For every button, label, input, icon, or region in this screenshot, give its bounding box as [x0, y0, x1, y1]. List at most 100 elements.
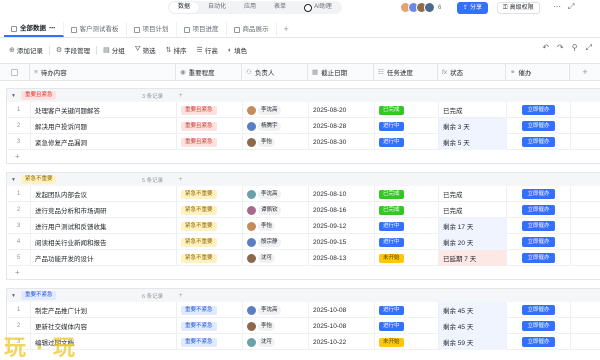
progress-cell[interactable]: 已完成	[375, 102, 439, 118]
progress-cell[interactable]: 进行中	[375, 134, 439, 150]
table-row[interactable]: 1 制定产品推广计划 重要不紧急 李沈高 2025-10-08 进行中 剩余 45 天 立即催…	[6, 302, 600, 318]
task-cell[interactable]: 产品功能开发的设计	[31, 250, 177, 266]
group-button[interactable]: ▤ 分组	[98, 43, 130, 57]
priority-cell[interactable]: 紧急不重要	[177, 202, 243, 218]
column-header-task[interactable]: ≡ 待办内容	[30, 64, 176, 80]
owner-cell[interactable]: 李沈高	[243, 186, 309, 202]
add-row-button[interactable]: +	[6, 150, 600, 164]
remind-button[interactable]: 立即催办	[522, 221, 555, 231]
menu-ai-assistant[interactable]: AI助理	[295, 2, 341, 13]
due-date-cell[interactable]: 2025-08-28	[309, 118, 375, 134]
add-view-button[interactable]: +	[277, 22, 296, 37]
task-cell[interactable]: 处理客户关键问题解答	[31, 102, 177, 118]
priority-cell[interactable]: 重要不紧急	[177, 302, 243, 318]
owner-cell[interactable]: 李沈高	[243, 302, 309, 318]
menu-data[interactable]: 数据	[169, 2, 200, 13]
owner-cell[interactable]: 李怡	[243, 134, 309, 150]
progress-cell[interactable]: 进行中	[375, 118, 439, 134]
menu-forms[interactable]: 表单	[265, 2, 295, 13]
column-header-progress[interactable]: ☷ 任务进度	[374, 64, 438, 80]
priority-cell[interactable]: 紧急不重要	[177, 250, 243, 266]
task-cell[interactable]: 进行竞品分析和市场调研	[31, 202, 177, 218]
owner-cell[interactable]: 李怡	[243, 218, 309, 234]
remind-button[interactable]: 立即催办	[522, 189, 555, 199]
priority-cell[interactable]: 紧急不重要	[177, 234, 243, 250]
task-cell[interactable]: 发起团队内部会议	[31, 186, 177, 202]
tab-customer-board[interactable]: 客户测试看板	[64, 22, 127, 37]
priority-cell[interactable]: 重要且紧急	[177, 118, 243, 134]
tab-more-icon[interactable]: ⋯	[49, 21, 56, 36]
priority-cell[interactable]: 重要且紧急	[177, 102, 243, 118]
group-header[interactable]: ▼ 紧急不重要 5 条记录 +	[6, 172, 600, 186]
group-add-icon[interactable]: +	[179, 177, 183, 183]
tab-all-data[interactable]: 全部数据 ⋯	[4, 22, 64, 37]
column-header-owner[interactable]: ⚇ 负责人	[242, 64, 308, 80]
table-row[interactable]: 4 阅读相关行业新闻和报告 紧急不重要 殷宗静 2025-09-15 进行中 剩余 20 天…	[6, 234, 600, 250]
progress-cell[interactable]: 未开始	[375, 334, 439, 350]
add-record-button[interactable]: ⊕ 添加记录	[4, 43, 48, 57]
select-all-checkbox[interactable]	[11, 68, 18, 76]
priority-cell[interactable]: 重要且紧急	[177, 134, 243, 150]
priority-cell[interactable]: 紧急不重要	[177, 218, 243, 234]
remind-button[interactable]: 立即催办	[522, 253, 555, 263]
progress-cell[interactable]: 已完成	[375, 202, 439, 218]
task-cell[interactable]: 进行用户测试和反馈收集	[31, 218, 177, 234]
redo-icon[interactable]: ↷	[557, 43, 564, 53]
due-date-cell[interactable]: 2025-09-15	[309, 234, 375, 250]
add-column-button[interactable]: +	[570, 64, 600, 80]
due-date-cell[interactable]: 2025-08-16	[309, 202, 375, 218]
owner-cell[interactable]: 殷宗静	[243, 234, 309, 250]
tab-project-plan[interactable]: 项目计划	[127, 22, 177, 37]
add-row-button[interactable]: +	[6, 266, 600, 280]
priority-cell[interactable]: 紧急不重要	[177, 186, 243, 202]
owner-cell[interactable]: 李怡	[243, 318, 309, 334]
table-row[interactable]: 5 产品功能开发的设计 紧急不重要 沈可 2025-08-13 未开始 已延期 7 天 立即催…	[6, 250, 600, 266]
priority-cell[interactable]: 重要不紧急	[177, 318, 243, 334]
row-height-button[interactable]: ☰ 行高	[192, 43, 223, 57]
task-cell[interactable]: 紧急修复产品漏洞	[31, 134, 177, 150]
share-button[interactable]: ⇪ 分享	[457, 2, 489, 14]
remind-button[interactable]: 立即催办	[522, 337, 555, 347]
table-row[interactable]: 1 处理客户关键问题解答 重要且紧急 李沈高 2025-08-20 已完成 已完成 立即催办	[6, 102, 600, 118]
due-date-cell[interactable]: 2025-10-22	[309, 334, 375, 350]
task-cell[interactable]: 阅读相关行业新闻和报告	[31, 234, 177, 250]
due-date-cell[interactable]: 2025-09-12	[309, 218, 375, 234]
collapse-icon[interactable]: ▼	[11, 293, 16, 299]
due-date-cell[interactable]: 2025-08-10	[309, 186, 375, 202]
due-date-cell[interactable]: 2025-08-20	[309, 102, 375, 118]
filter-button[interactable]: ⛛ 筛选	[130, 43, 161, 57]
undo-icon[interactable]: ↶	[542, 43, 549, 53]
due-date-cell[interactable]: 2025-08-13	[309, 250, 375, 266]
progress-cell[interactable]: 进行中	[375, 318, 439, 334]
fill-color-button[interactable]: ◐ 填色	[223, 43, 252, 57]
remind-button[interactable]: 立即催办	[522, 237, 555, 247]
owner-cell[interactable]: 杨腾宇	[243, 118, 309, 134]
menu-automation[interactable]: 自动化	[199, 2, 235, 13]
owner-cell[interactable]: 沈可	[243, 250, 309, 266]
advanced-permission-button[interactable]: ⚿ 高级权限	[497, 2, 540, 14]
group-header[interactable]: ▼ 重要不紧急 6 条记录 +	[6, 288, 600, 302]
table-row[interactable]: 2 解决用户投诉问题 重要且紧急 杨腾宇 2025-08-28 进行中 剩余 3 天 立即催办	[6, 118, 600, 134]
progress-cell[interactable]: 进行中	[375, 302, 439, 318]
table-row[interactable]: 3 进行用户测试和反馈收集 紧急不重要 李怡 2025-09-12 进行中 剩余 17 天 立…	[6, 218, 600, 234]
owner-cell[interactable]: 李沈高	[243, 102, 309, 118]
column-header-status[interactable]: fx 状态	[438, 64, 506, 80]
expand-icon[interactable]: ⤢	[586, 43, 592, 53]
collaborator-avatars[interactable]: 6	[400, 2, 441, 13]
progress-cell[interactable]: 未开始	[375, 250, 439, 266]
tab-product-gallery[interactable]: 商品展示	[227, 22, 277, 37]
group-add-icon[interactable]: +	[179, 93, 183, 99]
remind-button[interactable]: 立即催办	[522, 121, 555, 131]
task-cell[interactable]: 制定产品推广计划	[31, 302, 177, 318]
due-date-cell[interactable]: 2025-10-08	[309, 318, 375, 334]
remind-button[interactable]: 立即催办	[522, 205, 555, 215]
group-add-icon[interactable]: +	[179, 293, 183, 299]
menu-apps[interactable]: 应用	[235, 2, 265, 13]
search-icon[interactable]: ⚲	[572, 43, 578, 53]
table-row[interactable]: 2 进行竞品分析和市场调研 紧急不重要 谭佩钦 2025-08-16 已完成 已完成 立即催办	[6, 202, 600, 218]
group-header[interactable]: ▼ 重要且紧急 3 条记录 +	[6, 88, 600, 102]
field-manage-button[interactable]: ⚙ 字段管理	[51, 43, 95, 57]
progress-cell[interactable]: 进行中	[375, 234, 439, 250]
expand-icon[interactable]: ⤢	[568, 2, 574, 12]
table-row[interactable]: 3 紧急修复产品漏洞 重要且紧急 李怡 2025-08-30 进行中 剩余 5 天 立即催办	[6, 134, 600, 150]
